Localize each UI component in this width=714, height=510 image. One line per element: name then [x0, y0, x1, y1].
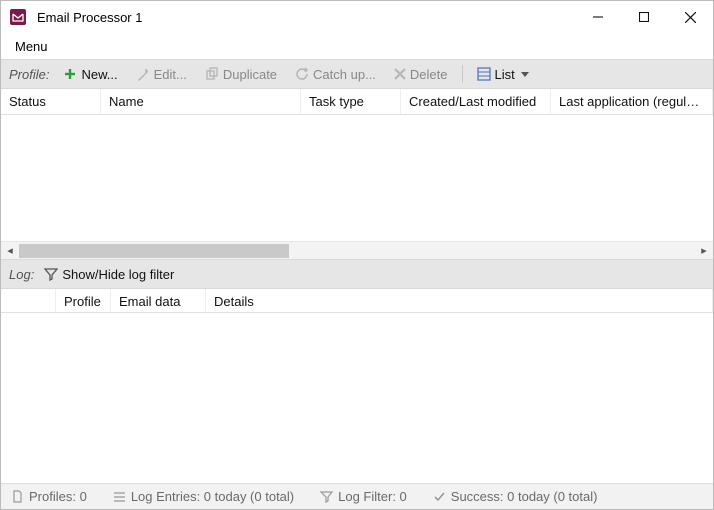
- menubar: Menu: [1, 33, 713, 59]
- app-icon: [9, 8, 27, 26]
- log-table-body[interactable]: [1, 313, 713, 483]
- col-last-application[interactable]: Last application (regularly): [551, 89, 713, 114]
- log-section: Profile Email data Details: [1, 289, 713, 483]
- log-toolbar: Log: Show/Hide log filter: [1, 259, 713, 289]
- col-name[interactable]: Name: [101, 89, 301, 114]
- new-profile-label: New...: [81, 67, 117, 82]
- profiles-section: Status Name Task type Created/Last modif…: [1, 89, 713, 259]
- status-profiles-text: Profiles: 0: [29, 489, 87, 504]
- document-icon: [11, 490, 24, 503]
- catchup-label: Catch up...: [313, 67, 376, 82]
- maximize-button[interactable]: [621, 1, 667, 33]
- statusbar: Profiles: 0 Log Entries: 0 today (0 tota…: [1, 483, 713, 509]
- col-created-modified[interactable]: Created/Last modified: [401, 89, 551, 114]
- duplicate-profile-label: Duplicate: [223, 67, 277, 82]
- log-col-profile[interactable]: Profile: [56, 289, 111, 312]
- catchup-button[interactable]: Catch up...: [291, 65, 380, 84]
- toggle-log-filter-label: Show/Hide log filter: [62, 267, 174, 282]
- delete-profile-button[interactable]: Delete: [390, 65, 452, 84]
- plus-icon: [63, 67, 77, 81]
- profile-toolbar: Profile: New... Edit... Duplicate Catch …: [1, 59, 713, 89]
- status-log-entries-text: Log Entries: 0 today (0 total): [131, 489, 294, 504]
- toggle-log-filter-button[interactable]: Show/Hide log filter: [40, 265, 178, 284]
- list-lines-icon: [113, 490, 126, 503]
- status-log-filter-text: Log Filter: 0: [338, 489, 407, 504]
- col-task-type[interactable]: Task type: [301, 89, 401, 114]
- scroll-track[interactable]: [19, 244, 695, 258]
- view-mode-dropdown[interactable]: List: [473, 65, 533, 84]
- edit-profile-label: Edit...: [154, 67, 187, 82]
- status-success-text: Success: 0 today (0 total): [451, 489, 598, 504]
- list-icon: [477, 67, 491, 81]
- close-button[interactable]: [667, 1, 713, 33]
- new-profile-button[interactable]: New...: [59, 65, 121, 84]
- profile-toolbar-label: Profile:: [9, 67, 49, 82]
- duplicate-profile-button[interactable]: Duplicate: [201, 65, 281, 84]
- status-success: Success: 0 today (0 total): [433, 489, 598, 504]
- filter-icon: [320, 490, 333, 503]
- view-mode-label: List: [495, 67, 515, 82]
- status-profiles: Profiles: 0: [11, 489, 87, 504]
- status-log-filter: Log Filter: 0: [320, 489, 407, 504]
- wrench-icon: [136, 67, 150, 81]
- scroll-thumb[interactable]: [19, 244, 289, 258]
- delete-profile-label: Delete: [410, 67, 448, 82]
- edit-profile-button[interactable]: Edit...: [132, 65, 191, 84]
- profiles-table-body[interactable]: [1, 115, 713, 241]
- log-table-header: Profile Email data Details: [1, 289, 713, 313]
- log-toolbar-label: Log:: [9, 267, 34, 282]
- duplicate-icon: [205, 67, 219, 81]
- toolbar-divider: [462, 65, 463, 83]
- profiles-table-header: Status Name Task type Created/Last modif…: [1, 89, 713, 115]
- scroll-left-icon[interactable]: ◂: [1, 242, 19, 260]
- titlebar: Email Processor 1: [1, 1, 713, 33]
- log-col-icon[interactable]: [1, 289, 56, 312]
- delete-icon: [394, 68, 406, 80]
- refresh-icon: [295, 67, 309, 81]
- scroll-right-icon[interactable]: ▸: [695, 242, 713, 260]
- minimize-button[interactable]: [575, 1, 621, 33]
- menu-main[interactable]: Menu: [9, 36, 54, 57]
- profiles-hscrollbar[interactable]: ◂ ▸: [1, 241, 713, 259]
- status-log-entries: Log Entries: 0 today (0 total): [113, 489, 294, 504]
- app-window: Email Processor 1 Menu Profile: New... E…: [0, 0, 714, 510]
- check-icon: [433, 490, 446, 503]
- log-col-details[interactable]: Details: [206, 289, 713, 312]
- col-status[interactable]: Status: [1, 89, 101, 114]
- window-title: Email Processor 1: [37, 10, 142, 25]
- log-col-email-data[interactable]: Email data: [111, 289, 206, 312]
- filter-icon: [44, 267, 58, 281]
- chevron-down-icon: [521, 72, 529, 77]
